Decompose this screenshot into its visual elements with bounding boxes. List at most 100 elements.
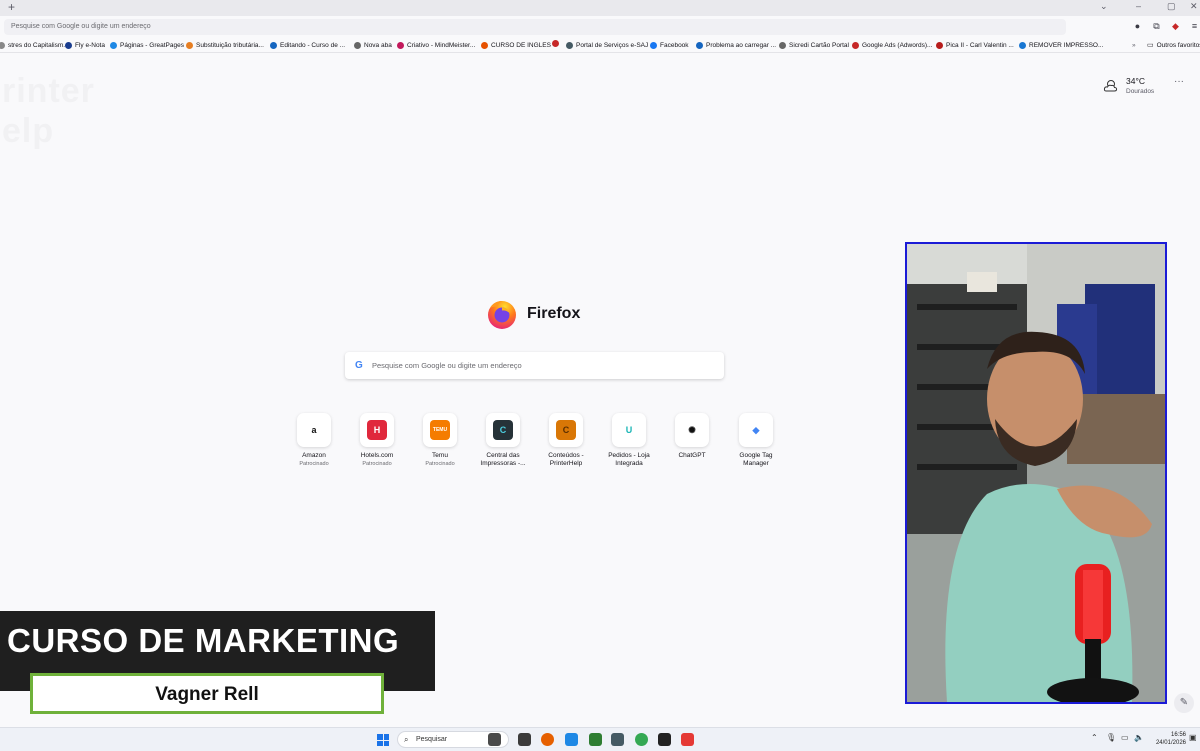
top-site-name: Temu [432, 452, 448, 459]
top-site-icon-frame: ◆ [739, 413, 773, 447]
top-site-tile[interactable]: ◆ Google Tag Manager [726, 413, 786, 468]
bookmark-item[interactable]: Pica II - Carl Valentin ... [936, 40, 1014, 51]
top-site-tile[interactable]: H Hotels.com Patrocinado [347, 413, 407, 468]
chrome-app-icon[interactable] [635, 733, 648, 746]
url-bar[interactable]: Pesquise com Google ou digite um endereç… [4, 19, 1066, 35]
firefox-logo [488, 301, 516, 329]
task-view-icon[interactable] [518, 733, 531, 746]
top-site-icon: C [556, 420, 576, 440]
newtab-search-box[interactable]: G [345, 352, 724, 379]
bookmark-favicon-icon [397, 42, 404, 49]
camera-app-icon[interactable] [611, 733, 624, 746]
top-site-name: Pedidos - Loja Integrada [608, 452, 650, 467]
bookmark-item[interactable]: Problema ao carregar ... [696, 40, 776, 51]
recorder-app-icon[interactable] [681, 733, 694, 746]
bookmark-item[interactable]: Sicredi Cartão Portal [779, 40, 849, 51]
top-site-name: Amazon [302, 452, 326, 459]
top-site-sponsored-label: Patrocinado [425, 461, 455, 467]
bookmark-item[interactable]: Substituição tributária... [186, 40, 264, 51]
watermark-line-1: rinter [2, 72, 95, 110]
top-site-name: Conteúdos - PrinterHelp [548, 452, 584, 467]
url-bar-placeholder: Pesquise com Google ou digite um endereç… [11, 23, 151, 30]
top-site-tile[interactable]: C Conteúdos - PrinterHelp [536, 413, 596, 468]
top-site-name: Central das Impressoras -... [480, 452, 526, 467]
close-button[interactable]: ✕ [1190, 1, 1198, 12]
bookmark-favicon-icon [0, 42, 5, 49]
bookmark-favicon-icon [1019, 42, 1026, 49]
top-site-tile[interactable]: ✺ ChatGPT [662, 413, 722, 460]
menu-icon[interactable]: ≡ [1189, 21, 1200, 32]
bookmarks-overflow-button[interactable]: » [1132, 40, 1136, 51]
clock-time: 16:56 [1170, 732, 1186, 738]
bookmark-item[interactable]: Fly e-Nota [65, 40, 105, 51]
webcam-overlay [905, 242, 1167, 704]
tab-strip: + ⌄ – ▢ ✕ [0, 0, 1200, 16]
top-site-tile[interactable]: C Central das Impressoras -... [473, 413, 533, 468]
top-site-tile[interactable]: U Pedidos - Loja Integrada [599, 413, 659, 468]
weather-menu-button[interactable]: ··· [1174, 76, 1184, 87]
top-site-icon-frame: C [486, 413, 520, 447]
maximize-button[interactable]: ▢ [1167, 1, 1176, 12]
bookmark-item[interactable]: Criativo - MindMeister... [397, 40, 475, 51]
top-site-icon: a [304, 420, 324, 440]
folder-icon: ▭ [1147, 42, 1154, 49]
bookmark-item[interactable]: Portal de Serviços e-SAJ [566, 40, 648, 51]
top-site-icon-frame: ✺ [675, 413, 709, 447]
microphone-icon[interactable]: 🎙 [1106, 733, 1116, 742]
pocket-icon[interactable]: ● [1132, 21, 1143, 32]
bookmark-item[interactable]: Editando - Curso de ... [270, 40, 345, 51]
bookmark-label: CURSO DE INGLES [491, 42, 551, 49]
shield-icon[interactable]: ◆ [1170, 21, 1181, 32]
other-bookmarks-button[interactable]: ▭ Outros favoritos [1147, 40, 1200, 51]
list-tabs-icon[interactable]: ⌄ [1100, 1, 1108, 12]
taskbar-clock[interactable]: 16:56 24/01/2026 [1150, 731, 1186, 747]
firefox-app-icon[interactable] [541, 733, 554, 746]
bookmark-label: stres do Capitalism... [8, 42, 69, 49]
top-site-tile[interactable]: a Amazon Patrocinado [284, 413, 344, 468]
taskbar-search-label: Pesquisar [416, 736, 448, 743]
monitor-app-icon[interactable] [565, 733, 578, 746]
bookmark-favicon-icon [696, 42, 703, 49]
bookmark-label: Nova aba [364, 42, 392, 49]
customize-pencil-icon[interactable]: ✎ [1174, 693, 1194, 713]
minimize-button[interactable]: – [1136, 1, 1141, 11]
top-site-icon: ✺ [682, 420, 702, 440]
bookmark-favicon-icon [270, 42, 277, 49]
bookmark-item[interactable]: Páginas - GreatPages [110, 40, 184, 51]
windows-start-icon[interactable] [377, 734, 389, 746]
new-tab-button[interactable]: + [8, 0, 15, 14]
bookmark-item[interactable]: CURSO DE INGLES [481, 40, 551, 51]
top-site-name: ChatGPT [678, 452, 706, 459]
bookmark-label: Fly e-Nota [75, 42, 105, 49]
top-site-tile[interactable]: TEMU Temu Patrocinado [410, 413, 470, 468]
notes-app-icon[interactable] [589, 733, 602, 746]
weather-location: Dourados [1126, 88, 1155, 95]
newtab-search-input[interactable] [372, 358, 712, 373]
bookmark-item[interactable] [552, 40, 562, 47]
network-icon[interactable]: ▭ [1121, 733, 1129, 742]
top-site-icon-frame: a [297, 413, 331, 447]
bookmark-label: REMOVER IMPRESSO... [1029, 42, 1104, 49]
search-icon: ⌕ [404, 735, 409, 744]
notifications-icon[interactable]: ▣ [1189, 733, 1197, 742]
tray-overflow-icon[interactable]: ⌃ [1091, 733, 1098, 742]
screen: + ⌄ – ▢ ✕ Pesquise com Google ou digite … [0, 0, 1200, 751]
top-site-icon: C [493, 420, 513, 440]
bookmark-item[interactable]: Facebook [650, 40, 689, 51]
lower-third-name: Vagner Rell [155, 684, 259, 705]
presenter-video [907, 244, 1165, 702]
bookmark-favicon-icon [852, 42, 859, 49]
bookmark-item[interactable]: Nova aba [354, 40, 392, 51]
gamepad-app-icon[interactable] [488, 733, 501, 746]
top-site-icon: U [619, 420, 639, 440]
bookmark-item[interactable]: stres do Capitalism... [0, 40, 69, 51]
bookmark-item[interactable]: Google Ads (Adwords)... [852, 40, 932, 51]
bookmark-label: Problema ao carregar ... [706, 42, 777, 49]
obs-app-icon[interactable] [658, 733, 671, 746]
bookmark-label: Sicredi Cartão Portal [789, 42, 849, 49]
extensions-icon[interactable]: ⧉ [1151, 21, 1162, 32]
bookmark-item[interactable]: REMOVER IMPRESSO... [1019, 40, 1103, 51]
top-site-sponsored-label: Patrocinado [299, 461, 329, 467]
bookmark-favicon-icon [481, 42, 488, 49]
volume-icon[interactable]: 🔈 [1134, 733, 1144, 742]
